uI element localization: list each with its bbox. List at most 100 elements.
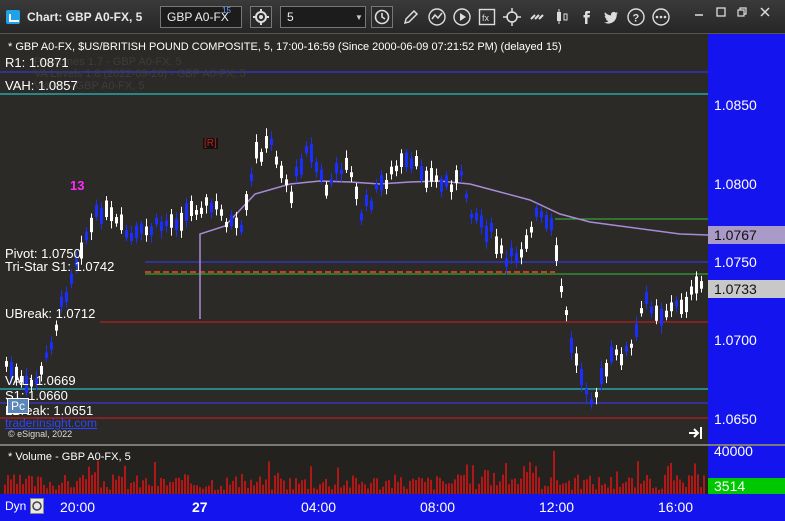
dyn-mode-label[interactable]: Dyn <box>5 499 26 513</box>
time-label-day: 27 <box>192 499 208 515</box>
chart-line-icon[interactable] <box>428 8 446 26</box>
title-bar: Chart: GBP A0-FX, 5 GBP A0-FX 15 5 ▼ fx <box>0 0 785 34</box>
candle-body <box>390 166 393 175</box>
volume-bar <box>589 475 591 494</box>
volume-axis[interactable]: 40000 3514 <box>708 443 785 494</box>
facebook-icon[interactable] <box>578 8 596 26</box>
candle-body <box>50 342 53 350</box>
candle-body <box>510 247 513 257</box>
candle-body <box>530 226 533 233</box>
candle-body <box>200 207 203 214</box>
candle-body <box>465 194 468 199</box>
volume-bar <box>547 486 549 494</box>
crosshair-icon[interactable] <box>503 8 521 26</box>
volume-bar <box>82 474 84 494</box>
time-label: 16:00 <box>658 499 694 515</box>
volume-bar <box>85 479 87 494</box>
volume-bar <box>550 477 552 494</box>
volume-bar <box>562 483 564 494</box>
play-icon[interactable] <box>453 8 471 26</box>
minimize-icon[interactable] <box>692 5 706 19</box>
restore-icon[interactable] <box>735 5 749 19</box>
volume-bar <box>88 466 90 494</box>
candle-body <box>275 156 278 165</box>
draw-pencil-icon[interactable] <box>402 8 420 26</box>
volume-bar <box>253 485 255 494</box>
more-options-icon[interactable] <box>652 8 670 26</box>
candle-body <box>380 175 383 191</box>
candle-body <box>610 346 613 362</box>
volume-bar <box>478 483 480 494</box>
volume-bar <box>673 480 675 494</box>
candle-body <box>685 296 688 313</box>
volume-bar <box>139 487 141 494</box>
volume-bar <box>694 463 696 494</box>
volume-bar <box>301 480 303 494</box>
volume-bar <box>697 474 699 494</box>
volume-bar <box>484 470 486 494</box>
volume-bar <box>703 475 705 494</box>
candle-body <box>655 305 658 321</box>
volume-pane[interactable]: * Volume - GBP A0-FX, 5 <box>0 446 708 494</box>
volume-bar <box>235 476 237 494</box>
traderinsight-link[interactable]: traderinsight.com <box>5 416 97 430</box>
clock-button[interactable] <box>371 6 393 28</box>
candle-body <box>85 231 88 241</box>
candle-body <box>565 310 568 316</box>
pc-badge[interactable]: Pc <box>7 398 29 414</box>
volume-bar <box>574 477 576 494</box>
volume-bar <box>397 481 399 494</box>
candle-body <box>205 197 208 206</box>
volume-bar <box>508 484 510 494</box>
volume-bar <box>520 478 522 494</box>
twitter-icon[interactable] <box>602 8 620 26</box>
candle-body <box>95 204 98 217</box>
price-tick: 1.0700 <box>714 332 757 348</box>
candle-body <box>355 186 358 200</box>
volume-bar <box>667 465 669 494</box>
volume-bar <box>115 479 117 494</box>
formula-icon[interactable]: fx <box>478 8 496 26</box>
volume-bar <box>31 476 33 494</box>
maximize-icon[interactable] <box>714 5 728 19</box>
candle-body <box>260 152 263 162</box>
volume-bar <box>190 483 192 494</box>
volume-bar <box>295 478 297 494</box>
candle-body <box>170 214 173 228</box>
scroll-to-end-icon[interactable] <box>688 426 704 440</box>
help-icon[interactable]: ? <box>627 8 645 26</box>
volume-bar <box>514 478 516 494</box>
interval-settings-button[interactable] <box>250 6 272 28</box>
link-icon[interactable] <box>528 8 546 26</box>
candle-body <box>365 194 368 206</box>
volume-bar <box>649 478 651 494</box>
close-icon[interactable] <box>758 5 772 19</box>
volume-bar <box>466 464 468 494</box>
volume-bar <box>22 484 24 494</box>
volume-bar <box>145 478 147 494</box>
candle-body <box>635 323 638 337</box>
volume-bar <box>361 481 363 494</box>
volume-bar <box>526 471 528 494</box>
volume-bar <box>91 474 93 494</box>
candle-body <box>455 170 458 184</box>
dyn-settings-icon[interactable] <box>30 498 44 514</box>
candle-body <box>680 299 683 315</box>
time-axis[interactable]: Dyn <box>0 494 708 521</box>
candle-body <box>625 345 628 352</box>
candle-body <box>405 152 408 167</box>
interval-input[interactable]: 5 <box>280 6 366 28</box>
volume-bar <box>13 474 15 494</box>
candle-body <box>340 169 343 174</box>
candle-body <box>520 249 523 258</box>
candle-body <box>110 207 113 222</box>
volume-bar <box>118 475 120 494</box>
volume-bar <box>631 478 633 494</box>
chart-header: * GBP A0-FX, $US/BRITISH POUND COMPOSITE… <box>8 41 562 53</box>
volume-bar <box>352 475 354 494</box>
candle-body <box>250 173 253 182</box>
price-chart-pane[interactable]: * GBP A0-FX, $US/BRITISH POUND COMPOSITE… <box>0 34 708 444</box>
candle-body <box>295 166 298 177</box>
interval-dropdown-icon[interactable]: ▼ <box>355 13 363 22</box>
bar-candle-icon[interactable] <box>553 8 571 26</box>
